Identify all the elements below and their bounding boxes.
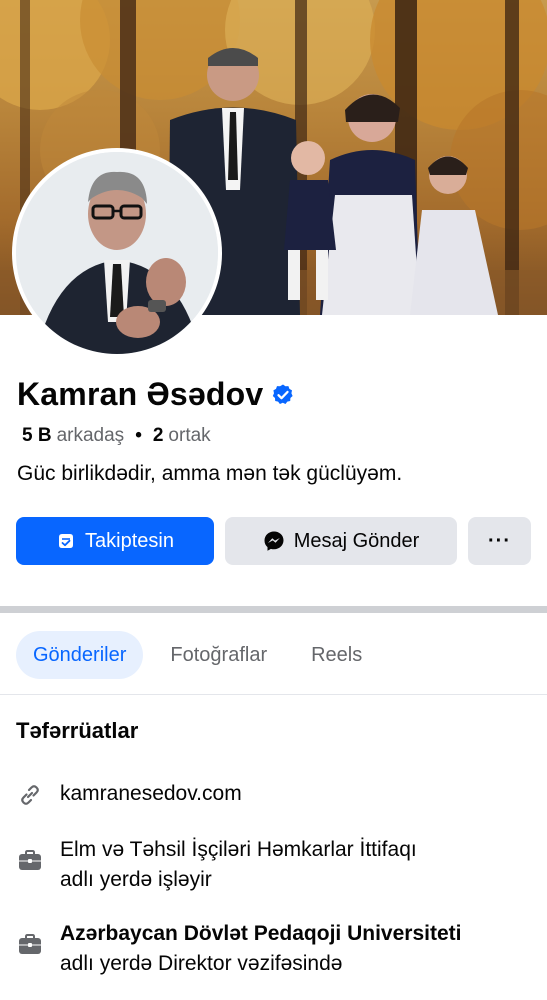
detail-work-2[interactable]: Azərbaycan Dövlət Pedaqoji Universiteti … [16,919,461,979]
more-options-label: ··· [488,529,511,552]
following-button-label: Takiptesin [85,529,174,552]
profile-bio: Güc birlikdədir, amma mən tək güclüyəm. [17,462,403,485]
profile-tabs: Gönderiler Fotoğraflar Reels [16,631,389,679]
details-title: Təfərrüatlar [16,718,139,743]
work-2-text: Azərbaycan Dövlət Pedaqoji Universiteti … [60,922,462,975]
detail-website[interactable]: kamranesedov.com [16,779,242,809]
messenger-icon [263,530,285,552]
send-message-button[interactable]: Mesaj Gönder [225,517,457,565]
profile-header: Kamran Əsədov [17,376,295,413]
profile-stats: 5 Barkadaş • 2 ortak [22,425,211,447]
briefcase-icon [16,931,44,959]
more-options-button[interactable]: ··· [468,517,531,565]
follow-check-icon [56,531,76,551]
friends-stat[interactable]: 5 Barkadaş [22,425,124,447]
website-link[interactable]: kamranesedov.com [60,779,242,809]
verified-badge-icon [273,384,293,404]
section-divider [0,606,547,613]
profile-avatar[interactable] [12,148,222,358]
tab-photos[interactable]: Fotoğraflar [153,631,284,679]
briefcase-icon [16,847,44,875]
avatar-illustration [16,152,218,354]
detail-work-1[interactable]: Elm və Təhsil İşçiləri Həmkarlar İttifaq… [16,835,417,895]
tab-reels[interactable]: Reels [294,631,379,679]
work-1-text: Elm və Təhsil İşçiləri Həmkarlar İttifaq… [60,838,417,891]
workplace-link[interactable]: Azərbaycan Dövlət Pedaqoji Universiteti [60,922,461,945]
tabs-divider [0,694,547,695]
link-icon [16,781,44,809]
separator-dot: • [135,425,142,446]
profile-name: Kamran Əsədov [17,376,264,412]
following-button[interactable]: Takiptesin [16,517,214,565]
tab-posts[interactable]: Gönderiler [16,631,144,679]
mutual-friends-stat[interactable]: 2 ortak [153,425,211,447]
send-message-label: Mesaj Gönder [293,529,420,552]
